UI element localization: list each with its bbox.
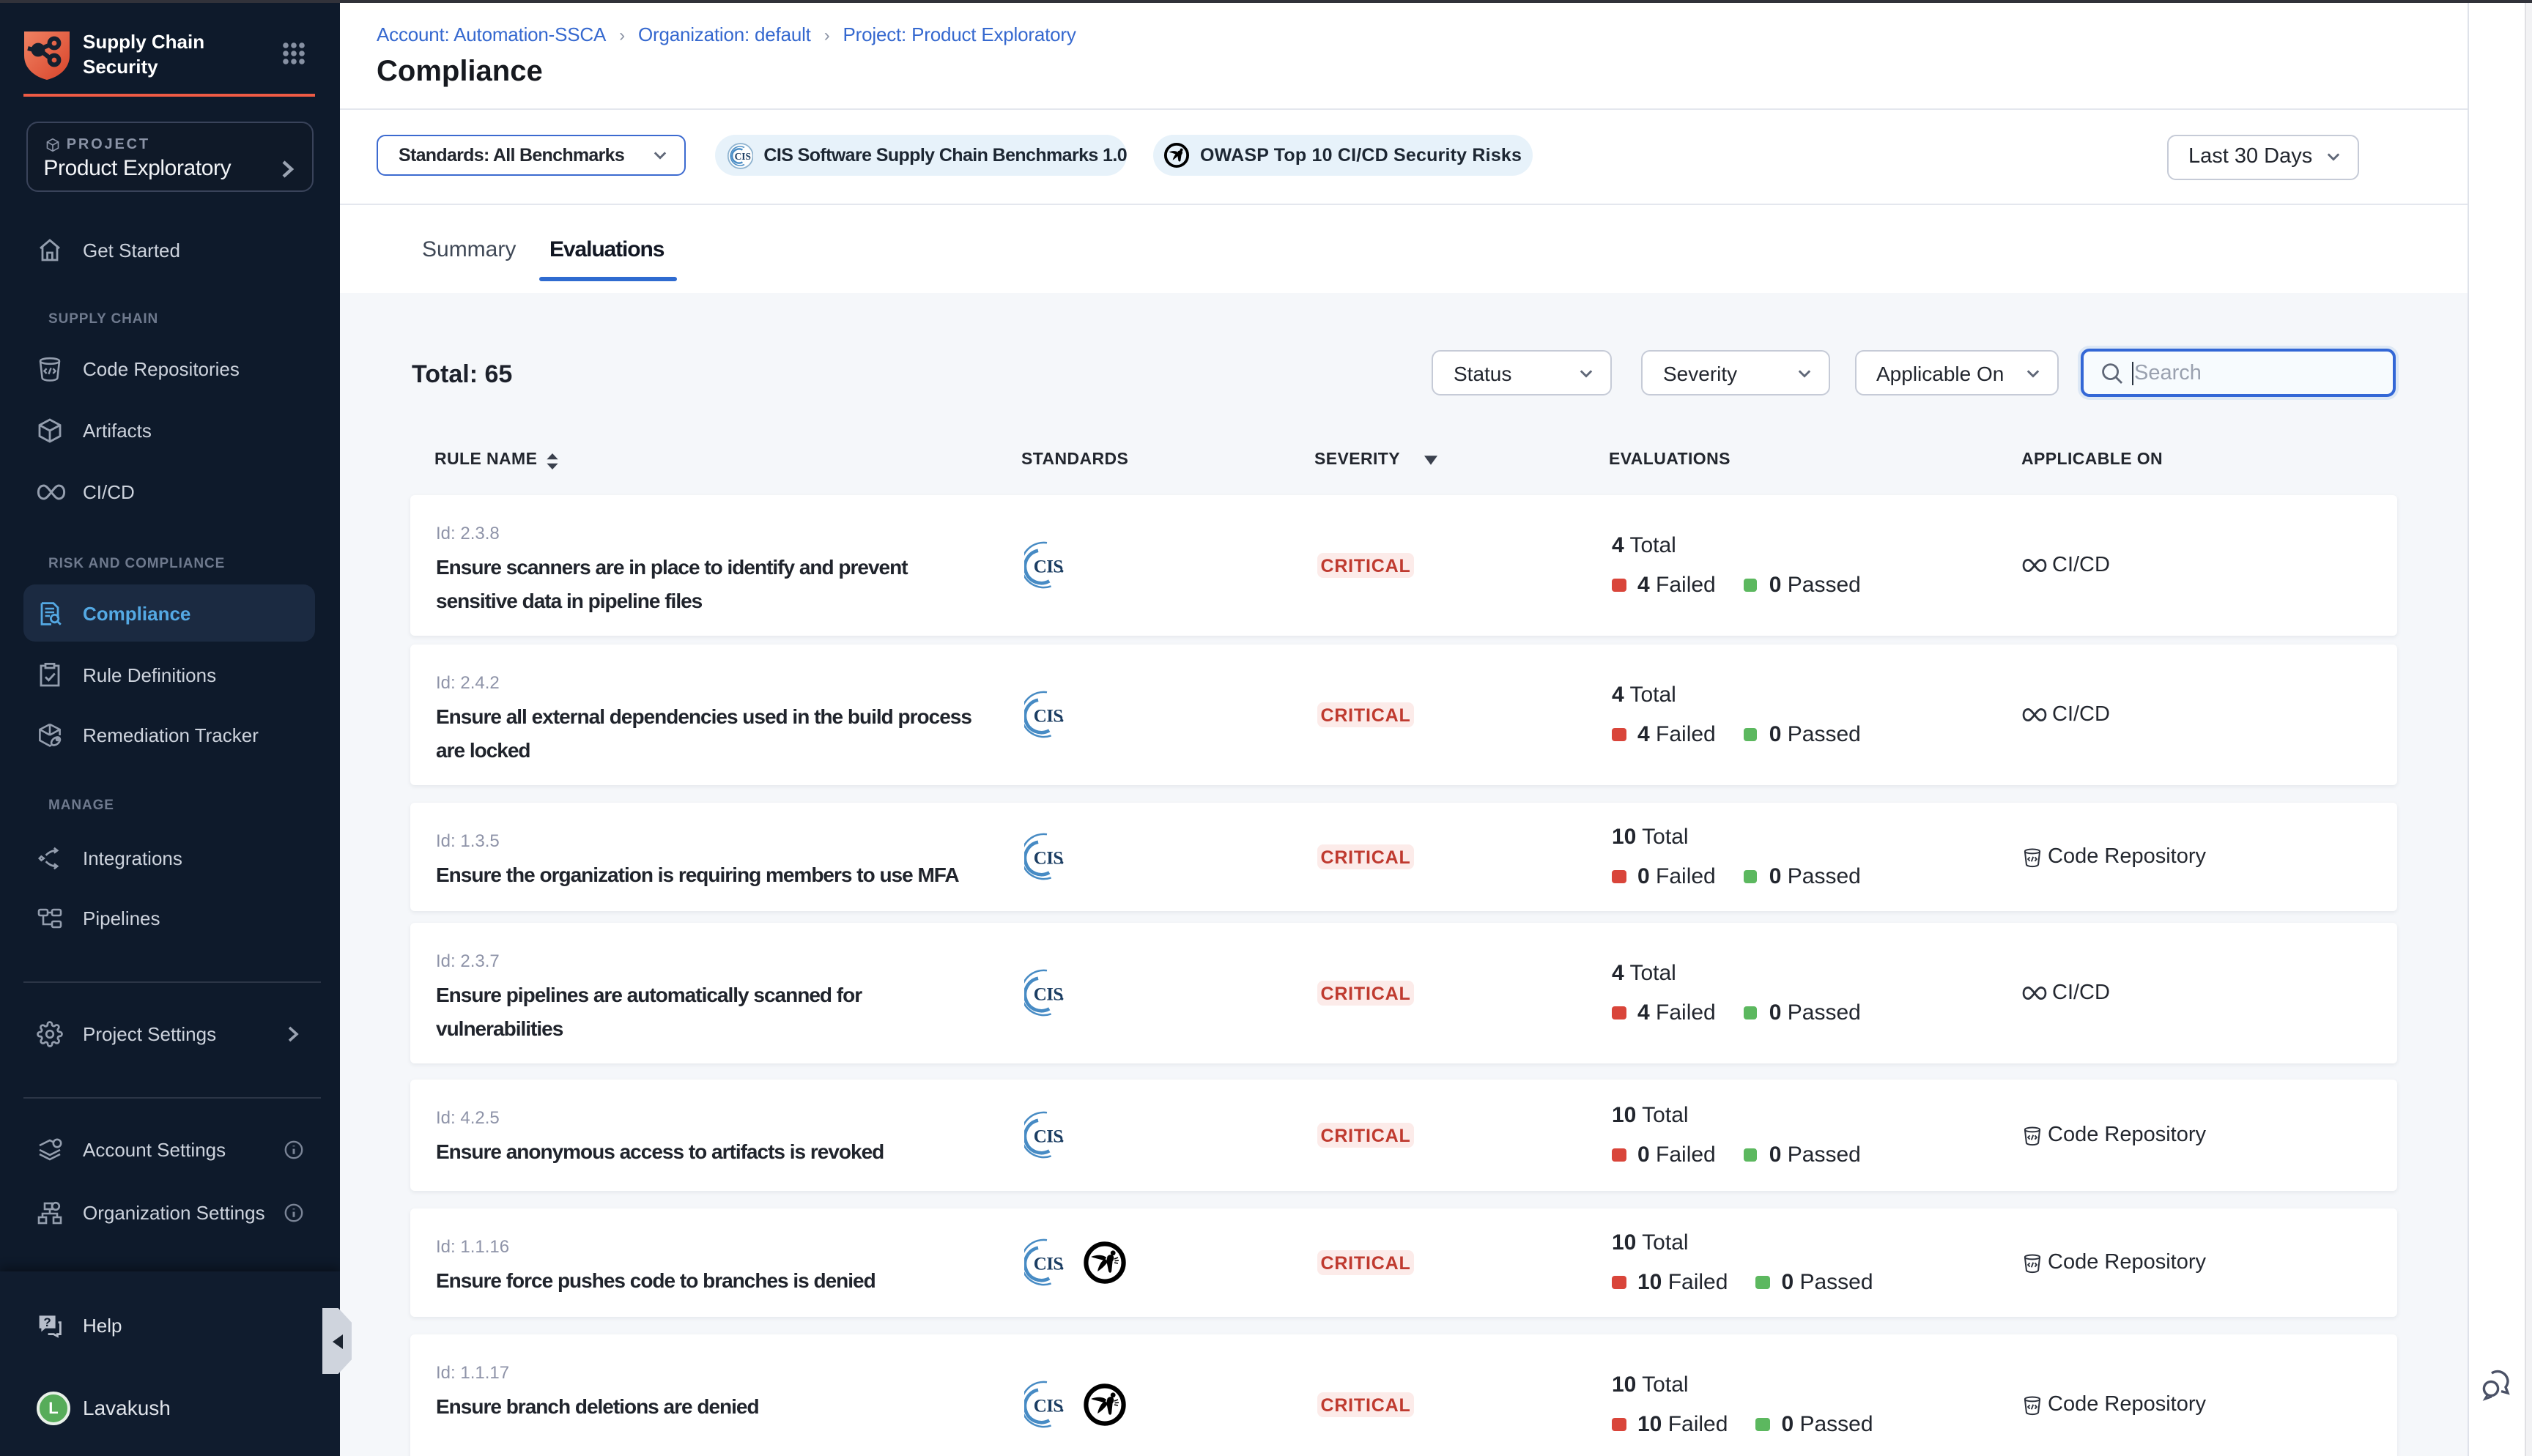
svg-text:CIS: CIS — [1033, 1397, 1062, 1416]
svg-text:CIS: CIS — [1033, 1255, 1062, 1274]
svg-text:CIS: CIS — [734, 150, 750, 161]
svg-text:CIS: CIS — [1033, 557, 1062, 577]
svg-text:?: ? — [42, 1315, 50, 1329]
svg-text:CIS: CIS — [1033, 985, 1062, 1005]
svg-text:CIS: CIS — [1033, 707, 1062, 727]
svg-text:CIS: CIS — [1033, 1127, 1062, 1147]
svg-text:CIS: CIS — [1033, 849, 1062, 869]
